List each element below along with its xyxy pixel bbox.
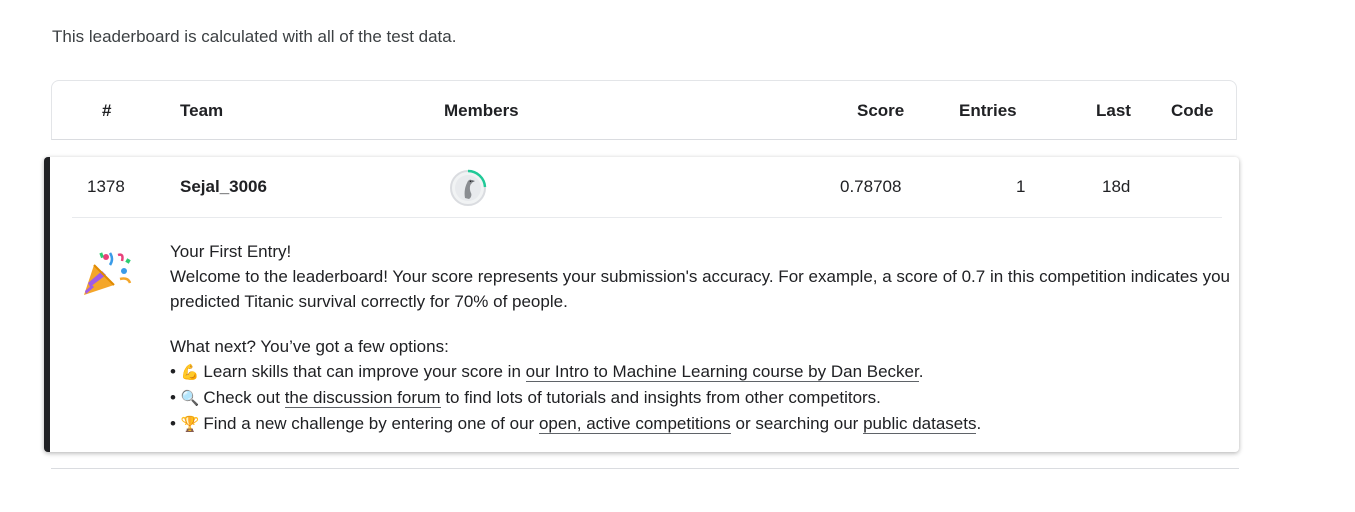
trophy-icon: 🏆: [180, 416, 200, 433]
row-team-name[interactable]: Sejal_3006: [180, 177, 267, 197]
option-text: Learn skills that can improve your score…: [203, 362, 526, 381]
row-last: 18d: [1102, 177, 1131, 196]
option-item-course: • 💪 Learn skills that can improve your s…: [170, 359, 1230, 385]
col-team-header[interactable]: Team: [180, 101, 223, 121]
message-body: Welcome to the leaderboard! Your score r…: [170, 267, 1230, 311]
row-entries: 1: [1016, 177, 1026, 196]
row-divider: [72, 217, 1222, 218]
flexed-biceps-icon: 💪: [180, 364, 200, 381]
col-members-header: Members: [444, 101, 519, 120]
col-last-header[interactable]: Last: [1096, 101, 1131, 121]
public-datasets-link[interactable]: public datasets: [863, 414, 977, 434]
option-item-competitions: • 🏆 Find a new challenge by entering one…: [170, 411, 1230, 437]
leaderboard-header: # Team Members Score Entries Last Code: [51, 80, 1237, 140]
goose-avatar-icon: [450, 169, 487, 206]
option-text-end: to find lots of tutorials and insights f…: [440, 388, 881, 407]
row-rank: 1378: [87, 177, 125, 196]
table-bottom-divider: [51, 468, 1239, 469]
row-score: 0.78708: [840, 177, 902, 196]
option-text-mid: or searching our: [730, 414, 864, 433]
option-text-end: .: [976, 414, 982, 433]
col-entries-header[interactable]: Entries: [959, 101, 1017, 121]
message-next-heading: What next? You’ve got a few options:: [170, 337, 449, 356]
col-rank-header[interactable]: #: [102, 101, 111, 121]
col-score-header[interactable]: Score: [857, 101, 904, 121]
message-title: Your First Entry!: [170, 242, 292, 261]
option-item-forum: • 🔍 Check out the discussion forum to fi…: [170, 385, 1230, 411]
col-code-header: Code: [1171, 101, 1214, 120]
member-avatar[interactable]: [448, 168, 488, 208]
magnifier-icon: 🔍: [180, 390, 200, 407]
option-text: Find a new challenge by entering one of …: [203, 414, 539, 433]
party-popper-icon: [80, 249, 134, 299]
intro-ml-course-link[interactable]: our Intro to Machine Learning course by …: [525, 362, 919, 382]
active-competitions-link[interactable]: open, active competitions: [538, 414, 731, 434]
first-entry-message: Your First Entry! Welcome to the leaderb…: [170, 239, 1230, 437]
option-text-end: .: [918, 362, 924, 381]
discussion-forum-link[interactable]: the discussion forum: [284, 388, 441, 408]
leaderboard-row-highlighted: 1378 Sejal_3006 0.78708 1 18d Your First…: [44, 157, 1239, 452]
option-text: Check out: [203, 388, 285, 407]
intro-text: This leaderboard is calculated with all …: [52, 27, 457, 46]
